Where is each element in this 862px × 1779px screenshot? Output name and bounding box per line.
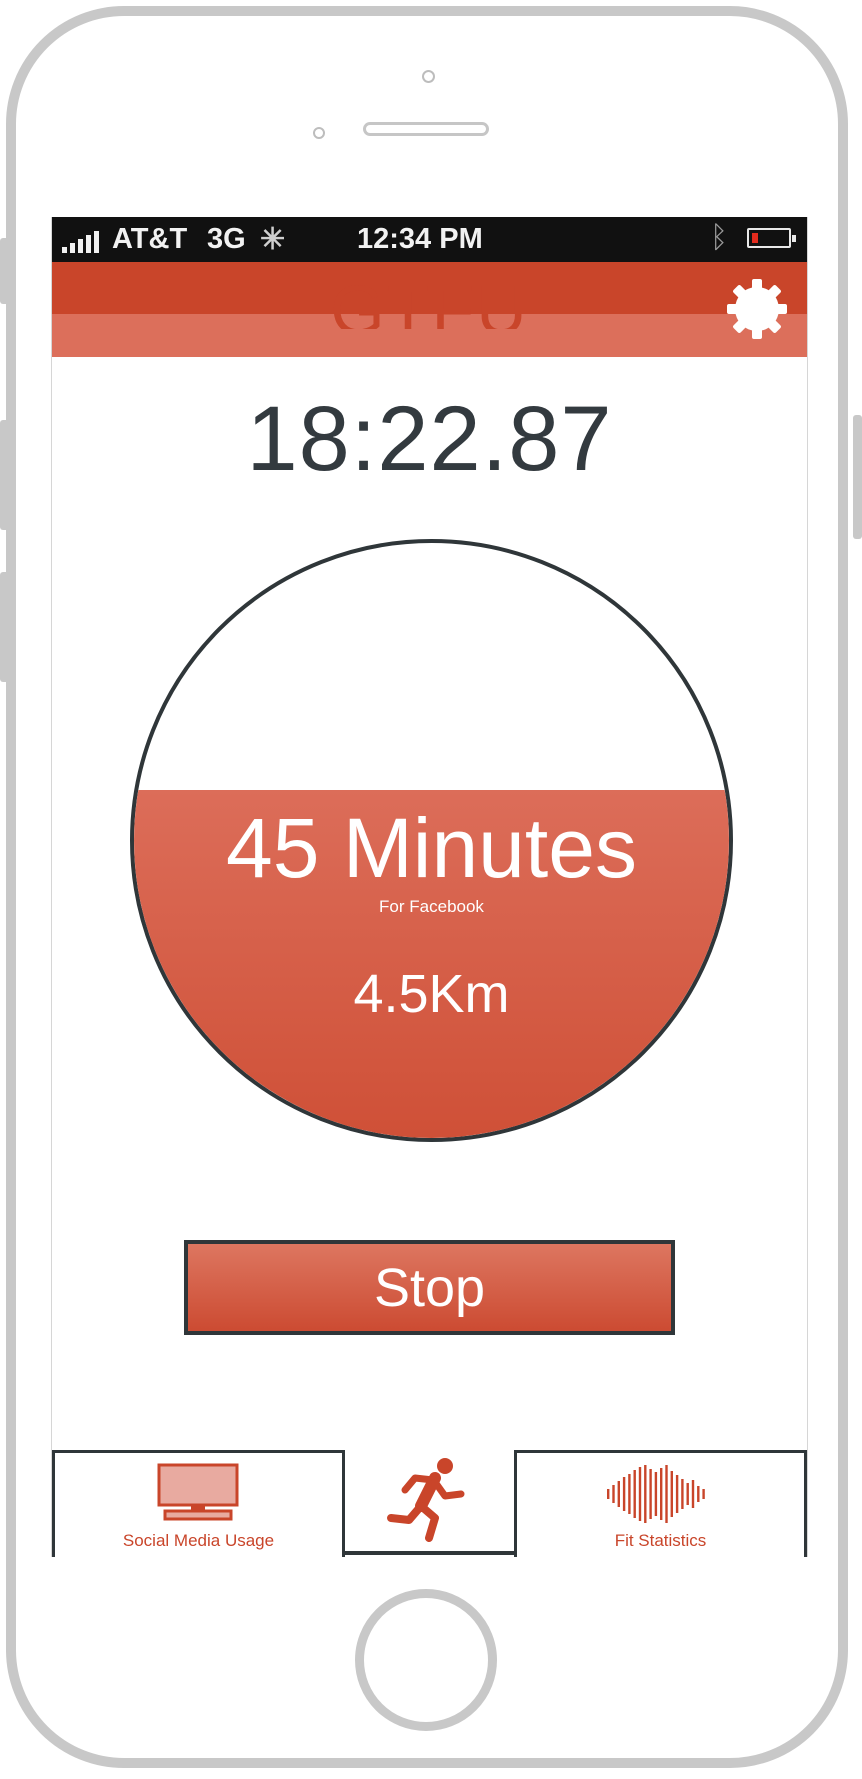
volume-down-button <box>0 572 9 682</box>
progress-circle: 45 Minutes For Facebook 4.5Km <box>130 539 733 1142</box>
tab-run[interactable] <box>345 1450 514 1555</box>
mute-switch <box>0 238 9 304</box>
battery-icon <box>747 228 796 248</box>
tab-fit-statistics[interactable]: Fit Statistics <box>514 1450 807 1557</box>
minutes-label: 45 Minutes <box>226 801 637 895</box>
running-man-icon <box>387 1458 465 1542</box>
bluetooth-icon: ᛒ <box>710 221 728 254</box>
elapsed-timer: 18:22.87 <box>246 388 613 490</box>
nav-bar: GTFU <box>52 262 807 357</box>
earpiece-speaker <box>363 122 489 136</box>
waveform-icon <box>607 1465 705 1523</box>
proximity-sensor <box>313 127 325 139</box>
status-time: 12:34 PM <box>357 223 483 255</box>
signal-icon <box>62 231 99 253</box>
front-camera <box>422 70 435 83</box>
app-label: For Facebook <box>379 897 484 916</box>
tab-bar: Social Media Usage Fit Statistics <box>52 1450 807 1557</box>
gear-icon[interactable] <box>725 277 789 341</box>
monitor-icon <box>157 1463 239 1521</box>
carrier-label: AT&T <box>112 223 188 255</box>
app-title: GTFU <box>330 271 529 329</box>
tab-label: Social Media Usage <box>122 1531 275 1550</box>
tab-social-media-usage[interactable]: Social Media Usage <box>52 1450 345 1557</box>
status-bar: AT&T 3G ✳ 12:34 PM ᛒ <box>52 217 807 262</box>
tab-label: Fit Statistics <box>614 1531 707 1550</box>
network-label: 3G <box>207 223 246 255</box>
stop-button[interactable]: Stop <box>184 1240 675 1335</box>
volume-up-button <box>0 420 9 530</box>
power-button <box>853 415 862 539</box>
screen: AT&T 3G ✳ 12:34 PM ᛒ GTFU 18:22.87 45 Mi… <box>51 217 808 1557</box>
home-button[interactable] <box>355 1589 497 1731</box>
distance-label: 4.5Km <box>353 964 510 1024</box>
activity-spinner-icon: ✳ <box>260 223 286 256</box>
stop-button-label: Stop <box>373 1257 486 1318</box>
